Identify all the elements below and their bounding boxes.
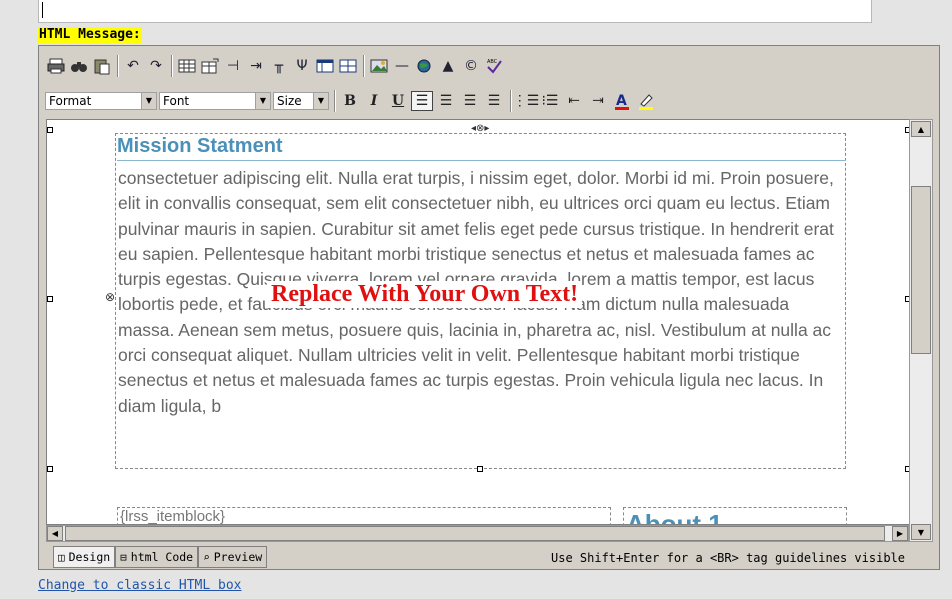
align-justify-icon[interactable]: ☰ — [483, 91, 505, 111]
tab-label: Design — [68, 550, 111, 564]
vertical-scrollbar[interactable]: ▲ ▼ — [909, 119, 933, 542]
spellcheck-icon[interactable]: ABC — [483, 55, 505, 77]
font-select-value: Font — [163, 94, 190, 108]
toolbar-row-2: Format ▼ Font ▼ Size ▼ B I U ☰ ☰ ☰ ☰ ⋮☰ ⁝☰ … — [45, 90, 659, 112]
toolbar-separator — [363, 55, 365, 77]
highlight-color-icon[interactable] — [635, 91, 657, 111]
horizontal-rule-icon[interactable]: — — [391, 55, 413, 77]
tab-preview[interactable]: ⌕ Preview — [198, 546, 268, 568]
mode-tabs: ◫ Design ⊟ html Code ⌕ Preview — [53, 546, 268, 568]
align-center-icon[interactable]: ☰ — [435, 91, 457, 111]
format-select-value: Format — [49, 94, 92, 108]
scroll-thumb[interactable] — [911, 186, 931, 354]
previous-text-area[interactable] — [38, 0, 872, 23]
resize-handle[interactable] — [47, 127, 53, 133]
replace-text-overlay: Replace With Your Own Text! — [267, 281, 583, 308]
anchor-icon[interactable]: ▲ — [437, 55, 459, 77]
font-select[interactable]: Font ▼ — [159, 92, 271, 110]
cell-props-icon[interactable] — [314, 55, 336, 77]
indent-icon[interactable]: ⇥ — [587, 91, 609, 111]
resize-handle[interactable] — [47, 466, 53, 472]
edit-table-icon[interactable] — [199, 55, 221, 77]
undo-icon[interactable]: ↶ — [122, 55, 144, 77]
about-heading: About 1 — [623, 507, 847, 524]
svg-text:A: A — [616, 93, 627, 109]
ordered-list-icon[interactable]: ⋮☰ — [513, 91, 540, 111]
toolbar-separator — [510, 90, 512, 112]
redo-icon[interactable]: ↷ — [145, 55, 167, 77]
mission-heading: Mission Statment — [117, 134, 846, 161]
move-handle-icon[interactable]: ◂⊗▸ — [471, 123, 489, 134]
toolbar-separator — [334, 90, 336, 112]
align-right-icon[interactable]: ☰ — [459, 91, 481, 111]
outdent-icon[interactable]: ⇤ — [563, 91, 585, 111]
html-message-label: HTML Message: — [38, 27, 142, 43]
svg-text:ABC: ABC — [487, 59, 498, 65]
status-bar-text: Use Shift+Enter for a <BR> tag guideline… — [551, 551, 906, 565]
resize-handle[interactable] — [47, 296, 53, 302]
find-icon[interactable] — [68, 55, 90, 77]
move-handle-icon[interactable]: ⊗ — [105, 290, 115, 304]
table-grid-icon[interactable] — [337, 55, 359, 77]
size-select-value: Size — [277, 94, 302, 108]
size-select[interactable]: Size ▼ — [273, 92, 329, 110]
paste-icon[interactable] — [91, 55, 113, 77]
html-editor: ↶ ↷ ⊣ ⇥ ╥ Ψ — ▲ © ABC Format ▼ Font ▼ Size… — [38, 45, 940, 570]
insert-table-icon[interactable] — [176, 55, 198, 77]
scroll-left-icon[interactable]: ◀ — [47, 526, 63, 541]
underline-button[interactable]: U — [387, 91, 409, 111]
print-icon[interactable] — [45, 55, 67, 77]
code-icon: ⊟ — [120, 550, 127, 564]
rss-item-block: {lrss_itemblock} — [117, 507, 611, 524]
resize-handle[interactable] — [477, 466, 483, 472]
align-left-icon[interactable]: ☰ — [411, 91, 433, 111]
bold-button[interactable]: B — [339, 91, 361, 111]
toolbar-separator — [117, 55, 119, 77]
editor-content-area[interactable]: ◂⊗▸ ⊗ Mission Statment consectetuer adip… — [46, 119, 914, 525]
insert-link-icon[interactable] — [414, 55, 436, 77]
chevron-down-icon: ▼ — [255, 93, 270, 109]
split-cells-icon[interactable]: Ψ — [291, 55, 313, 77]
scroll-down-icon[interactable]: ▼ — [911, 524, 931, 540]
italic-button[interactable]: I — [363, 91, 385, 111]
merge-cells-icon[interactable]: ╥ — [268, 55, 290, 77]
chevron-down-icon: ▼ — [141, 93, 156, 109]
scroll-right-icon[interactable]: ▶ — [892, 526, 908, 541]
classic-html-link[interactable]: Change to classic HTML box — [38, 578, 242, 593]
unordered-list-icon[interactable]: ⁝☰ — [539, 91, 561, 111]
chevron-down-icon: ▼ — [313, 93, 328, 109]
format-select[interactable]: Format ▼ — [45, 92, 157, 110]
tab-label: Preview — [213, 550, 263, 564]
horizontal-scrollbar[interactable]: ◀ ▶ — [46, 525, 909, 542]
toolbar-row-1: ↶ ↷ ⊣ ⇥ ╥ Ψ — ▲ © ABC — [45, 51, 506, 81]
special-char-icon[interactable]: © — [460, 55, 482, 77]
design-icon: ◫ — [58, 550, 65, 564]
text-cursor — [42, 2, 43, 18]
magnifier-icon: ⌕ — [203, 550, 210, 564]
scroll-thumb[interactable] — [65, 526, 885, 541]
tab-label: html Code — [130, 550, 194, 564]
insert-column-icon[interactable]: ⊣ — [222, 55, 244, 77]
scroll-up-icon[interactable]: ▲ — [911, 121, 931, 137]
tab-design[interactable]: ◫ Design — [53, 546, 116, 568]
toolbar-separator — [171, 55, 173, 77]
tab-html-code[interactable]: ⊟ html Code — [115, 546, 199, 568]
text-color-icon[interactable]: A — [611, 91, 633, 111]
insert-row-icon[interactable]: ⇥ — [245, 55, 267, 77]
insert-image-icon[interactable] — [368, 55, 390, 77]
